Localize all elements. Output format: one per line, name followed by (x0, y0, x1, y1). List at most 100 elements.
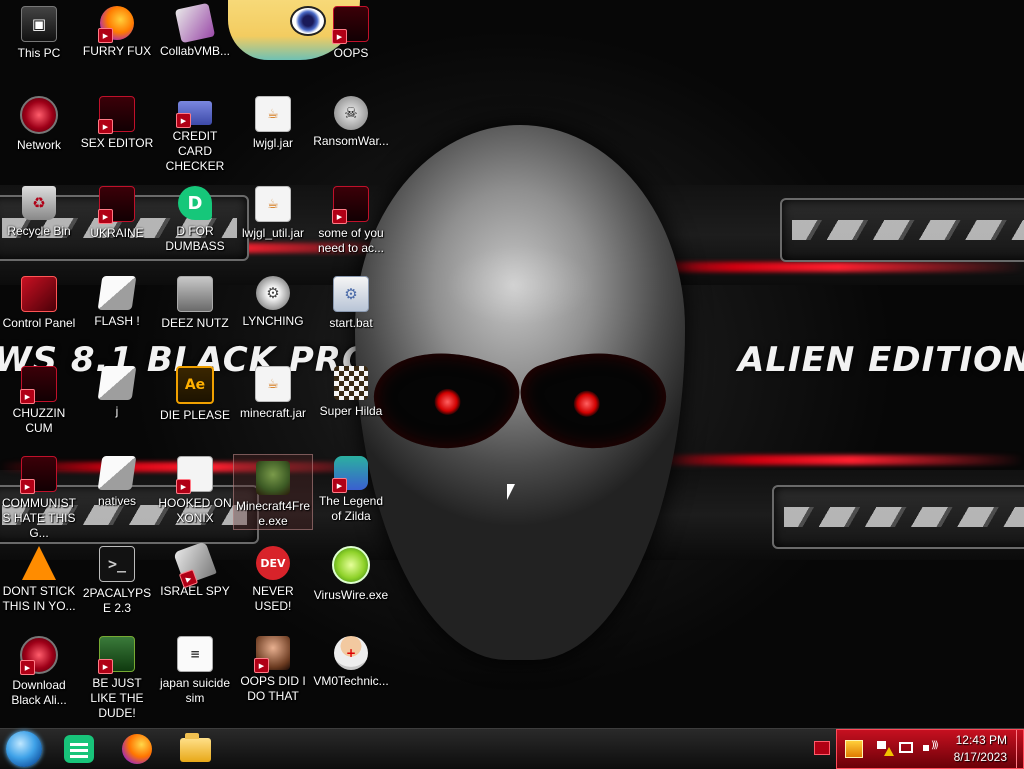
desktop-icon-lwjgl-jar[interactable]: ☕ lwjgl.jar (234, 90, 312, 151)
desktop-icon-some-of-you[interactable]: some of you need to ac... (312, 180, 390, 256)
desktop-icon-flash[interactable]: FLASH ! (78, 270, 156, 329)
document-icon: ≡ (177, 636, 213, 672)
tray-overflow-icon[interactable] (814, 741, 830, 755)
desktop-icon-recycle-bin[interactable]: ♻ Recycle Bin (0, 180, 78, 239)
grass-block-icon (256, 461, 290, 495)
desktop-icon-d-for-dumbass[interactable]: DD FOR DUMBASS (156, 180, 234, 254)
desktop-icon-die-please[interactable]: Ae DIE PLEASE (156, 360, 234, 423)
wallpaper-text-right: ALIEN EDITION 201 (738, 340, 1024, 380)
desktop-icon-furry-fux[interactable]: FURRY FUX (78, 0, 156, 59)
desktop-icon-j[interactable]: j (78, 360, 156, 419)
pixel-art-icon (334, 366, 368, 400)
desktop-icon-ransomware[interactable]: ☠ RansomWar... (312, 90, 390, 149)
desktop-icon-viruswire[interactable]: VirusWire.exe (312, 540, 390, 603)
desktop-icon-japan-suicide-sim[interactable]: ≡ japan suicide sim (156, 630, 234, 706)
desktop-icon-start-bat[interactable]: ⚙ start.bat (312, 270, 390, 331)
clock-date[interactable]: 8/17/2023 (954, 750, 1007, 764)
dev-cpp-icon: DEV (256, 546, 290, 580)
taskbar-firefox-button[interactable] (120, 732, 154, 766)
start-button[interactable] (6, 731, 42, 767)
terminal-icon: >_ (99, 546, 135, 582)
shield-icon (98, 186, 135, 224)
desktop-icon-control-panel[interactable]: Control Panel (0, 270, 78, 331)
app-icon (174, 2, 216, 44)
control-panel-icon (21, 276, 57, 312)
flash-icon (97, 456, 137, 490)
character-icon (332, 456, 368, 493)
action-center-flag-icon[interactable] (875, 740, 894, 756)
face-icon (254, 636, 290, 673)
shield-icon (332, 6, 369, 44)
red-streak (640, 455, 1024, 465)
file-explorer-icon (180, 733, 211, 762)
dude-icon (98, 636, 135, 674)
desktop-icon-chuzzin[interactable]: CHUZZIN CUM (0, 360, 78, 436)
desktop-icon-dont-stick[interactable]: DONT STICK THIS IN YO... (0, 540, 78, 614)
firefox-icon (122, 734, 152, 764)
desktop-icon-deez-nutz[interactable]: DEEZ NUTZ (156, 270, 234, 331)
mouse-cursor-icon (507, 484, 515, 500)
skull-icon: ☠ (334, 96, 368, 130)
game-icon (176, 456, 213, 494)
network-tray-icon[interactable] (899, 742, 913, 753)
desktop-icon-minecraft-jar[interactable]: ☕ minecraft.jar (234, 360, 312, 421)
network-icon (20, 636, 58, 675)
desktop-icon-super-hilda[interactable]: Super Hilda (312, 360, 390, 419)
batch-file-icon: ⚙ (333, 276, 369, 312)
shield-icon (98, 96, 135, 134)
flash-icon (97, 276, 137, 310)
desktop-icon-legend-of-zilda[interactable]: The Legend of Zilda (312, 450, 390, 524)
desktop-icon-credit-card-checker[interactable]: CREDIT CARD CHECKER (156, 90, 234, 174)
desktop-icon-never-used[interactable]: DEV NEVER USED! (234, 540, 312, 614)
shield-icon (20, 366, 57, 404)
recycle-bin-icon: ♻ (22, 186, 56, 220)
notes-icon (64, 735, 94, 763)
system-tray: 12:43 PM 8/17/2023 (836, 729, 1024, 769)
desktop-icon-collabvm[interactable]: CollabVMB... (156, 0, 234, 59)
lime-icon (332, 546, 370, 584)
vlc-cone-icon (22, 546, 56, 580)
doctor-icon: + (334, 636, 368, 670)
desktop-icon-lwjgl-util-jar[interactable]: ☕ lwjgl_util.jar (234, 180, 312, 241)
taskbar-notes-button[interactable] (62, 732, 96, 766)
shield-icon (332, 186, 369, 224)
alien-head-graphic (355, 125, 685, 660)
wallpaper-panel (780, 198, 1024, 262)
java-icon: ☕ (255, 186, 291, 222)
shield-icon (20, 456, 57, 494)
java-icon: ☕ (255, 96, 291, 132)
flash-icon (97, 366, 137, 400)
desktop-icon-download-black-ali[interactable]: Download Black Ali... (0, 630, 78, 708)
desktop-icon-be-just-like-the-dude[interactable]: BE JUST LIKE THE DUDE! (78, 630, 156, 721)
desktop-icon-oops-did-i-do-that[interactable]: OOPS DID I DO THAT (234, 630, 312, 704)
desktop-icon-this-pc[interactable]: ▣ This PC (0, 0, 78, 61)
desktop-icon-ukraine[interactable]: UKRAINE (78, 180, 156, 241)
desktop-icon-network[interactable]: Network (0, 90, 78, 153)
chat-icon: D (178, 186, 212, 220)
firefox-icon (98, 6, 134, 43)
desktop-icon-lynching[interactable]: ⚙ LYNCHING (234, 270, 312, 329)
tray-app-icon[interactable] (845, 740, 863, 758)
desktop-icon-hooked-on-xonix[interactable]: HOOKED ON XONIX (156, 450, 234, 526)
clock-time[interactable]: 12:43 PM (956, 733, 1007, 747)
alien-eye-right (512, 330, 678, 470)
computer-icon: ▣ (21, 6, 57, 42)
show-desktop-button[interactable] (1016, 730, 1023, 768)
network-icon (20, 96, 58, 134)
wallpaper-panel (772, 485, 1024, 549)
desktop-icon-sex-editor[interactable]: SEX EDITOR (78, 90, 156, 151)
java-icon: ☕ (255, 366, 291, 402)
desktop-icon-minecraft4free[interactable]: Minecraft4Free.exe (233, 454, 313, 530)
desktop-icon-2pacalypse[interactable]: >_ 2PACALYPSE 2.3 (78, 540, 156, 616)
stack-icon (177, 276, 213, 312)
taskbar: 12:43 PM 8/17/2023 (0, 728, 1024, 769)
volume-icon[interactable] (923, 740, 939, 756)
desktop-icon-oops[interactable]: OOPS (312, 0, 390, 61)
desktop-icon-vm0technic[interactable]: + VM0Technic... (312, 630, 390, 689)
desktop-icon-natives[interactable]: natives (78, 450, 156, 509)
spy-icon (173, 541, 217, 589)
taskbar-file-explorer-button[interactable] (178, 732, 212, 766)
card-icon (176, 101, 212, 128)
desktop-icon-communists[interactable]: COMMUNISTS HATE THIS G... (0, 450, 78, 541)
desktop-icon-israel-spy[interactable]: ISRAEL SPY (156, 540, 234, 599)
